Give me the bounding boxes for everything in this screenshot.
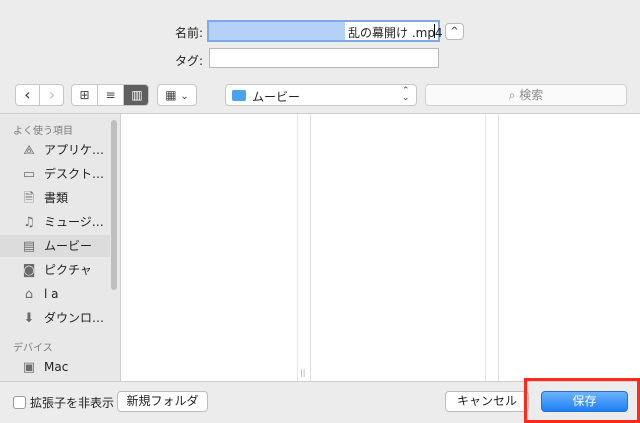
tags-field[interactable] bbox=[209, 48, 439, 68]
sidebar-item-home[interactable]: ⌂ l a bbox=[0, 283, 110, 305]
sidebar-item-documents[interactable]: 🗎 書類 bbox=[0, 187, 110, 209]
column-resize-handle[interactable]: || bbox=[300, 368, 305, 377]
location-popup[interactable]: ムービー ⌃⌄ bbox=[225, 84, 417, 106]
hide-extension-checkbox[interactable] bbox=[13, 396, 26, 409]
sidebar-item-applications[interactable]: ⟁ アプリケ… bbox=[0, 139, 110, 161]
pictures-icon: ◙ bbox=[22, 263, 36, 278]
sidebar-item-label: ダウンロ… bbox=[44, 311, 105, 325]
magnifier-icon: ⌕ bbox=[508, 88, 516, 102]
movies-icon: ▤ bbox=[22, 239, 36, 254]
chevron-right-icon: › bbox=[48, 85, 56, 104]
sidebar-item-pictures[interactable]: ◙ ピクチャ bbox=[0, 259, 110, 281]
search-field[interactable]: ⌕ 検索 bbox=[425, 84, 627, 106]
sidebar: よく使う項目 ⟁ アプリケ… ▭ デスクト… 🗎 書類 ♫ ミュージ… ▤ ムービー ◙ ピ… bbox=[0, 114, 121, 381]
filename-selection-highlight bbox=[209, 22, 345, 40]
documents-icon: 🗎 bbox=[23, 191, 35, 206]
chevron-down-icon: ⌄ bbox=[180, 91, 189, 102]
column-divider bbox=[485, 114, 486, 381]
gallery-view-menu[interactable]: ▦ ⌄ bbox=[157, 84, 197, 106]
name-label: 名前: bbox=[174, 26, 203, 40]
column-view-button[interactable]: ▥ bbox=[124, 85, 148, 105]
favorites-header: よく使う項目 bbox=[13, 126, 73, 137]
forward-button[interactable]: › bbox=[40, 85, 64, 105]
sidebar-item-downloads[interactable]: ⬇ ダウンロ… bbox=[0, 307, 110, 329]
browser-column-1[interactable] bbox=[121, 114, 311, 381]
list-view-button[interactable]: ≡ bbox=[98, 85, 124, 105]
sidebar-item-movies[interactable]: ▤ ムービー bbox=[0, 235, 110, 257]
sidebar-item-label: l a bbox=[44, 287, 59, 301]
list-icon: ≡ bbox=[105, 88, 116, 102]
sidebar-item-desktop[interactable]: ▭ デスクト… bbox=[0, 163, 110, 185]
text-caret bbox=[434, 24, 435, 38]
column-divider bbox=[297, 114, 298, 381]
desktop-icon: ▭ bbox=[22, 167, 36, 182]
sidebar-item-label: ミュージ… bbox=[44, 215, 104, 229]
updown-chevron-icon: ⌃⌄ bbox=[402, 86, 410, 103]
sidebar-scrollbar[interactable] bbox=[111, 120, 117, 290]
devices-header: デバイス bbox=[13, 343, 53, 354]
icon-view-button[interactable]: ⊞ bbox=[72, 85, 98, 105]
chevron-left-icon: ‹ bbox=[24, 85, 31, 104]
new-folder-button[interactable]: 新規フォルダ bbox=[117, 391, 208, 412]
home-icon: ⌂ bbox=[24, 287, 34, 302]
filename-field[interactable]: 乱の幕開け .mp4 bbox=[207, 20, 443, 42]
location-label: ムービー bbox=[252, 90, 301, 104]
filename-text: 乱の幕開け .mp4 bbox=[348, 26, 443, 40]
back-button[interactable]: ‹ bbox=[16, 85, 40, 105]
expand-dialog-button[interactable]: ^ bbox=[445, 23, 464, 40]
browser-column-2[interactable] bbox=[311, 114, 499, 381]
tag-label: タグ: bbox=[174, 54, 203, 68]
grid-icon: ⊞ bbox=[79, 88, 90, 102]
downloads-icon: ⬇ bbox=[23, 311, 35, 326]
gallery-icon: ▦ bbox=[165, 88, 177, 102]
sidebar-item-label: アプリケ… bbox=[44, 143, 105, 157]
cancel-button[interactable]: キャンセル bbox=[445, 391, 529, 412]
save-button[interactable]: 保存 bbox=[541, 391, 628, 412]
sidebar-item-label: 書類 bbox=[44, 191, 69, 205]
browser-column-3[interactable] bbox=[499, 114, 640, 381]
applications-icon: ⟁ bbox=[23, 143, 35, 158]
view-mode-control: ⊞ ≡ ▥ bbox=[71, 84, 149, 106]
sidebar-item-music[interactable]: ♫ ミュージ… bbox=[0, 211, 110, 233]
folder-icon bbox=[232, 90, 246, 101]
sidebar-item-label: ピクチャ bbox=[44, 263, 92, 277]
search-placeholder: 検索 bbox=[519, 88, 544, 102]
sidebar-item-label: Mac bbox=[44, 360, 69, 374]
columns-icon: ▥ bbox=[131, 88, 143, 102]
sidebar-item-label: ムービー bbox=[44, 239, 93, 253]
hide-extension-label[interactable]: 拡張子を非表示 bbox=[30, 394, 114, 411]
sidebar-item-mac[interactable]: ▣ Mac bbox=[0, 356, 110, 378]
back-forward-control: ‹ › bbox=[15, 84, 64, 106]
chevron-up-icon: ^ bbox=[450, 26, 459, 37]
music-icon: ♫ bbox=[23, 215, 35, 230]
disk-icon: ▣ bbox=[22, 360, 36, 375]
sidebar-item-label: デスクト… bbox=[44, 167, 105, 181]
